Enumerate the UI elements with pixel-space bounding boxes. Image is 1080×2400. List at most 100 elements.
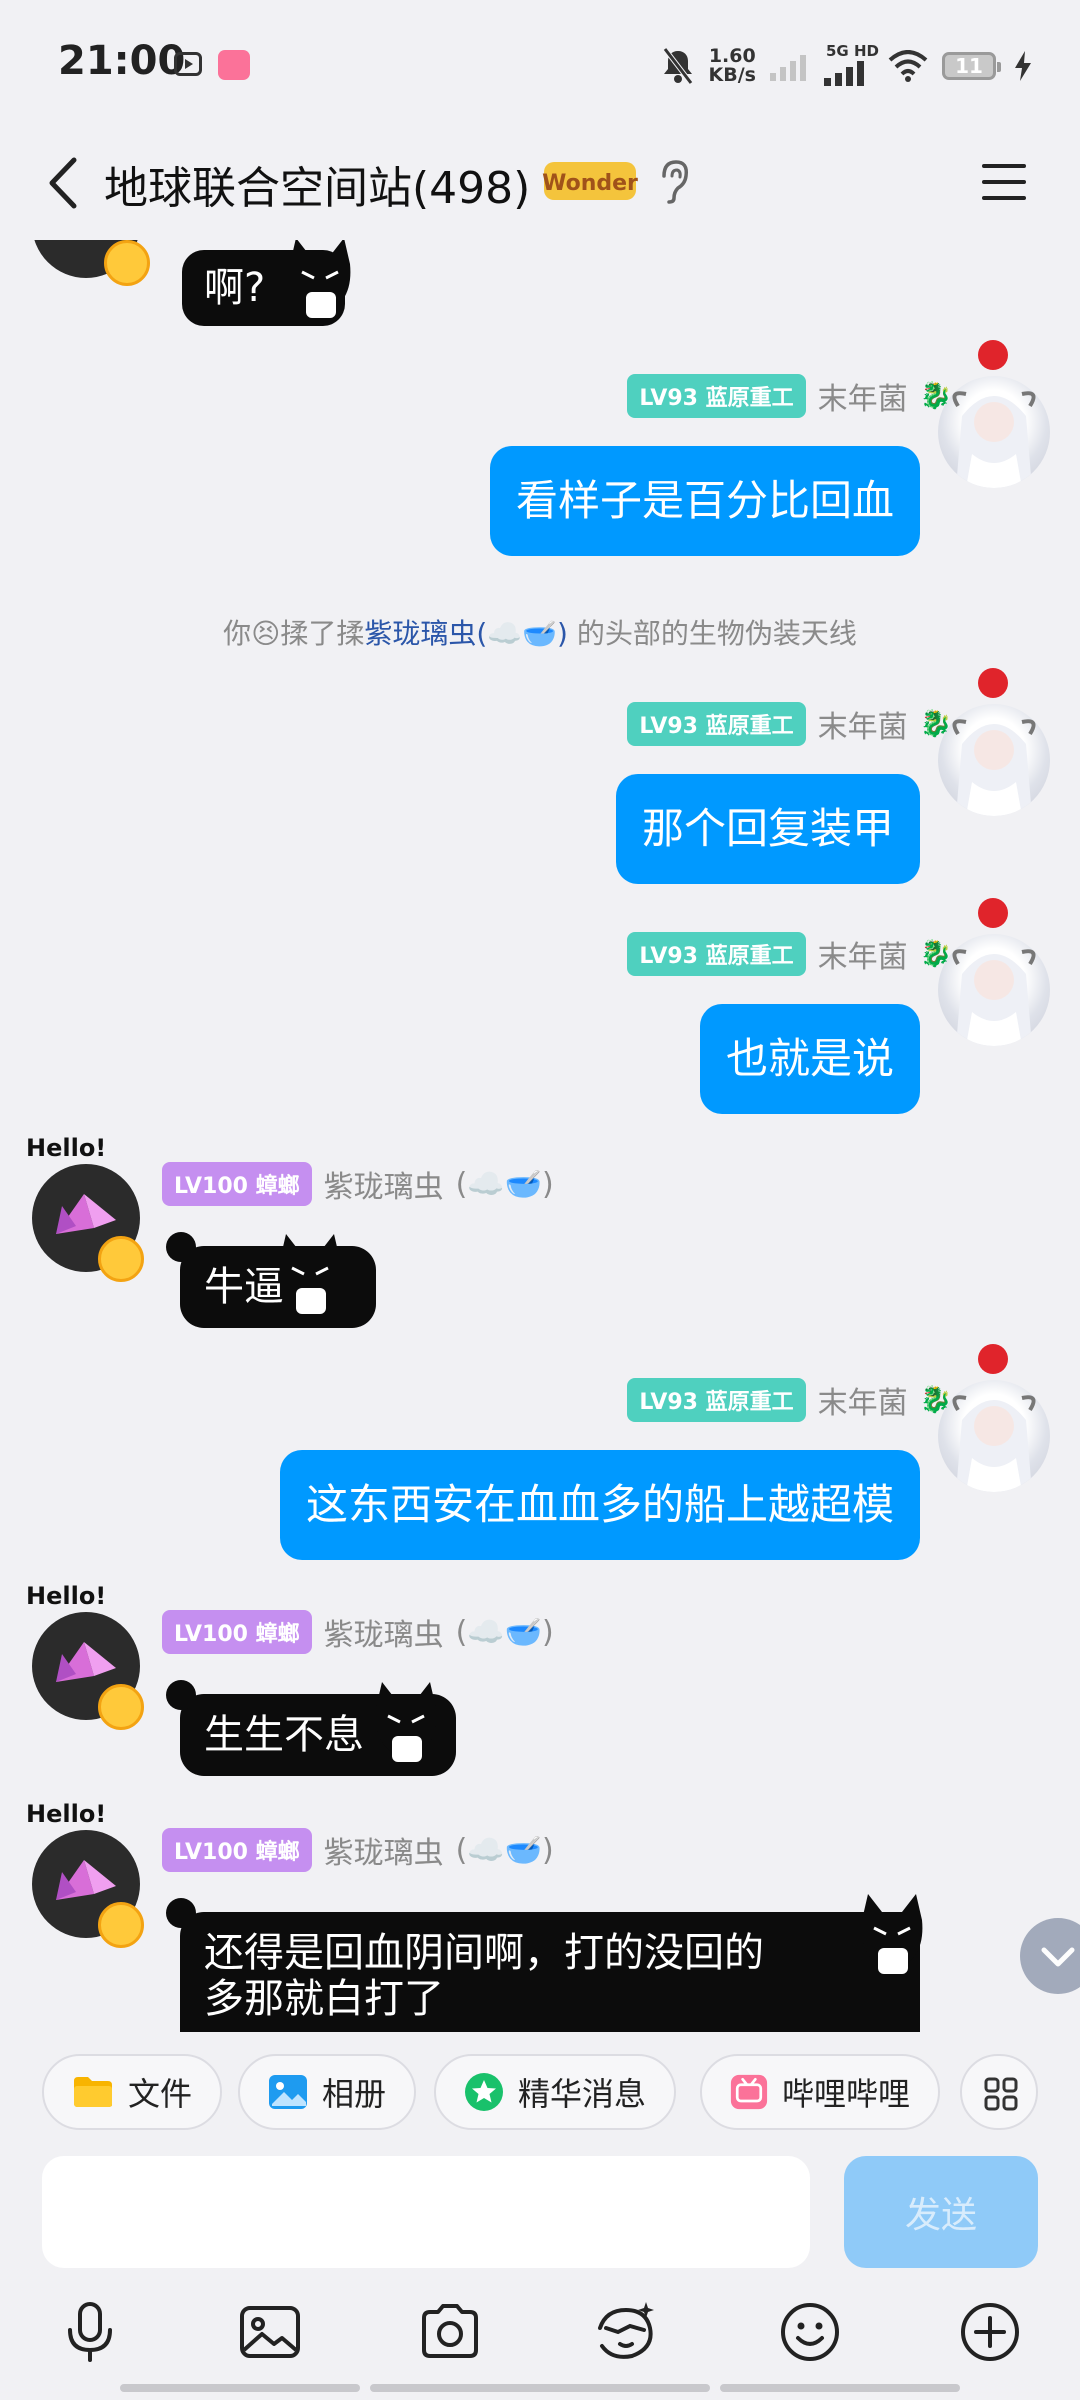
message-text: 这东西安在血血多的船上越超模 — [305, 1480, 894, 1529]
group-tag-badge-icon: Wonder — [542, 162, 638, 200]
avatar-frame-label: Hello! — [26, 1582, 107, 1610]
mic-icon[interactable] — [56, 2298, 124, 2366]
quick-action-label: 哔哩哔哩 — [781, 2075, 910, 2113]
quick-action-files[interactable]: 文件 — [42, 2054, 223, 2130]
composer-toolbar — [0, 2282, 1080, 2378]
cat-tail-icon — [166, 1680, 196, 1710]
dragon-emoji-icon: 🐉 — [919, 939, 952, 969]
avatar-frame-label: Hello! — [26, 1134, 107, 1162]
message-text: 啊? — [204, 265, 266, 311]
emoji-face-icon[interactable] — [592, 2298, 660, 2366]
flower-ornament-icon — [978, 1344, 1008, 1374]
message-bubble[interactable]: 也就是说 — [699, 1004, 920, 1114]
camera-icon[interactable] — [416, 2298, 484, 2366]
avatar[interactable] — [938, 934, 1050, 1046]
message-bubble[interactable]: 那个回复装甲 — [615, 774, 920, 884]
anime-girl-avatar-icon — [952, 391, 1036, 488]
tip-mention-suffix[interactable]: (☁️🥣) — [476, 617, 568, 650]
plus-icon[interactable] — [956, 2298, 1024, 2366]
anime-girl-avatar-icon — [952, 1395, 1036, 1492]
sender-row: LV100 蟑螂 紫珑璃虫 (☁️🥣) — [162, 1162, 554, 1206]
poke-emoji-icon: 😣 — [251, 617, 281, 650]
quick-action-bilibili[interactable]: 哔哩哔哩 — [700, 2054, 940, 2130]
wifi-icon — [888, 50, 928, 82]
quick-action-label: 相册 — [322, 2075, 387, 2113]
level-tag: LV93 蓝原重工 — [627, 702, 806, 746]
sender-name[interactable]: 末年菌 — [818, 932, 908, 976]
sender-name-suffix: (☁️🥣) — [455, 1832, 554, 1868]
dragon-emoji-icon: 🐉 — [919, 709, 952, 739]
smiley-icon[interactable] — [776, 2298, 844, 2366]
cat-sticker-icon — [279, 1234, 341, 1314]
message-list[interactable]: 啊? LV93 蓝原重工 末年菌 🐉 看样子是百分比回血 你� — [0, 240, 1080, 2032]
sender-name[interactable]: 末年菌 — [818, 374, 908, 418]
sender-row: LV100 蟑螂 紫珑璃虫 (☁️🥣) — [162, 1610, 554, 1654]
sender-row: LV93 蓝原重工 末年菌 🐉 — [627, 1378, 952, 1422]
folder-icon — [74, 2077, 112, 2107]
avatar-frame-label: Hello! — [26, 1800, 107, 1828]
sender-name[interactable]: 紫珑璃虫 — [324, 1828, 444, 1872]
level-tag: LV100 蟑螂 — [162, 1162, 312, 1206]
avatar[interactable] — [938, 376, 1050, 488]
gesture-bar — [120, 2384, 960, 2392]
chat-header: 地球联合空间站(498) Wonder — [0, 130, 1080, 240]
sender-name[interactable]: 紫珑璃虫 — [324, 1610, 444, 1654]
scroll-to-bottom-button[interactable] — [1020, 1918, 1080, 1994]
level-tag: LV100 蟑螂 — [162, 1828, 312, 1872]
charging-bolt-icon — [1015, 51, 1031, 81]
flower-ornament-icon — [978, 898, 1008, 928]
image-icon[interactable] — [236, 2298, 304, 2366]
bilibili-notification-icon — [218, 50, 250, 80]
menu-icon[interactable] — [976, 154, 1032, 210]
quick-action-label: 精华消息 — [518, 2075, 647, 2113]
star-icon — [465, 2073, 503, 2111]
cat-sticker-icon — [375, 1682, 437, 1762]
signal-weak-icon — [770, 55, 806, 81]
message-text-line: 还得是回血阴间啊，打的没回的 — [204, 1930, 764, 1976]
message-text: 牛逼 — [204, 1264, 284, 1310]
clock: 21:00 — [58, 38, 186, 84]
bilibili-icon — [730, 2074, 768, 2110]
more-apps-button[interactable] — [960, 2054, 1038, 2130]
speed-unit: KB/s — [708, 64, 756, 86]
hand-badge-icon — [104, 240, 150, 286]
avatar[interactable] — [938, 1380, 1050, 1492]
group-tag-badge-text: Wonder — [542, 171, 638, 196]
composer: 发送 — [0, 2152, 1080, 2282]
message-input[interactable] — [42, 2156, 810, 2268]
cat-sticker-icon — [289, 240, 351, 318]
tip-mention[interactable]: 紫珑璃虫 — [364, 617, 476, 650]
message-text: 也就是说 — [725, 1034, 894, 1083]
quick-action-essence[interactable]: 精华消息 — [434, 2054, 677, 2130]
avatar[interactable] — [938, 704, 1050, 816]
sender-name[interactable]: 末年菌 — [818, 702, 908, 746]
sender-row: LV93 蓝原重工 末年菌 🐉 — [627, 702, 952, 746]
dragon-emoji-icon: 🐉 — [919, 1385, 952, 1415]
message-text: 那个回复装甲 — [641, 804, 894, 853]
cat-tail-icon — [166, 1898, 196, 1928]
flower-ornament-icon — [978, 668, 1008, 698]
message-text: 生生不息 — [204, 1712, 364, 1758]
message-bubble[interactable]: 这东西安在血血多的船上越超模 — [279, 1450, 920, 1560]
quick-action-label: 文件 — [128, 2075, 193, 2113]
network-speed: 1.60 KB/s — [709, 47, 756, 85]
message-bubble[interactable]: 还得是回血阴间啊，打的没回的 多那就白打了 — [180, 1912, 920, 2032]
sender-row: LV93 蓝原重工 末年菌 🐉 — [627, 374, 952, 418]
sender-name[interactable]: 末年菌 — [818, 1378, 908, 1422]
sender-name[interactable]: 紫珑璃虫 — [324, 1162, 444, 1206]
group-title[interactable]: 地球联合空间站(498) — [104, 152, 530, 216]
ear-icon[interactable] — [654, 156, 694, 206]
tv-icon — [174, 52, 202, 76]
sender-row: LV100 蟑螂 紫珑璃虫 (☁️🥣) — [162, 1828, 554, 1872]
quick-action-album[interactable]: 相册 — [238, 2054, 417, 2130]
chevron-down-icon — [1041, 1947, 1075, 1967]
mute-bell-icon — [662, 47, 693, 85]
hand-badge-icon — [98, 1684, 144, 1730]
level-tag: LV100 蟑螂 — [162, 1610, 312, 1654]
back-arrow-icon[interactable] — [36, 148, 96, 218]
signal-5g-icon: 5G HD — [824, 42, 879, 86]
tip-prefix: 你 — [223, 617, 252, 650]
battery-icon: 11 — [942, 52, 1001, 80]
message-bubble[interactable]: 看样子是百分比回血 — [489, 446, 920, 556]
send-button[interactable]: 发送 — [844, 2156, 1038, 2268]
